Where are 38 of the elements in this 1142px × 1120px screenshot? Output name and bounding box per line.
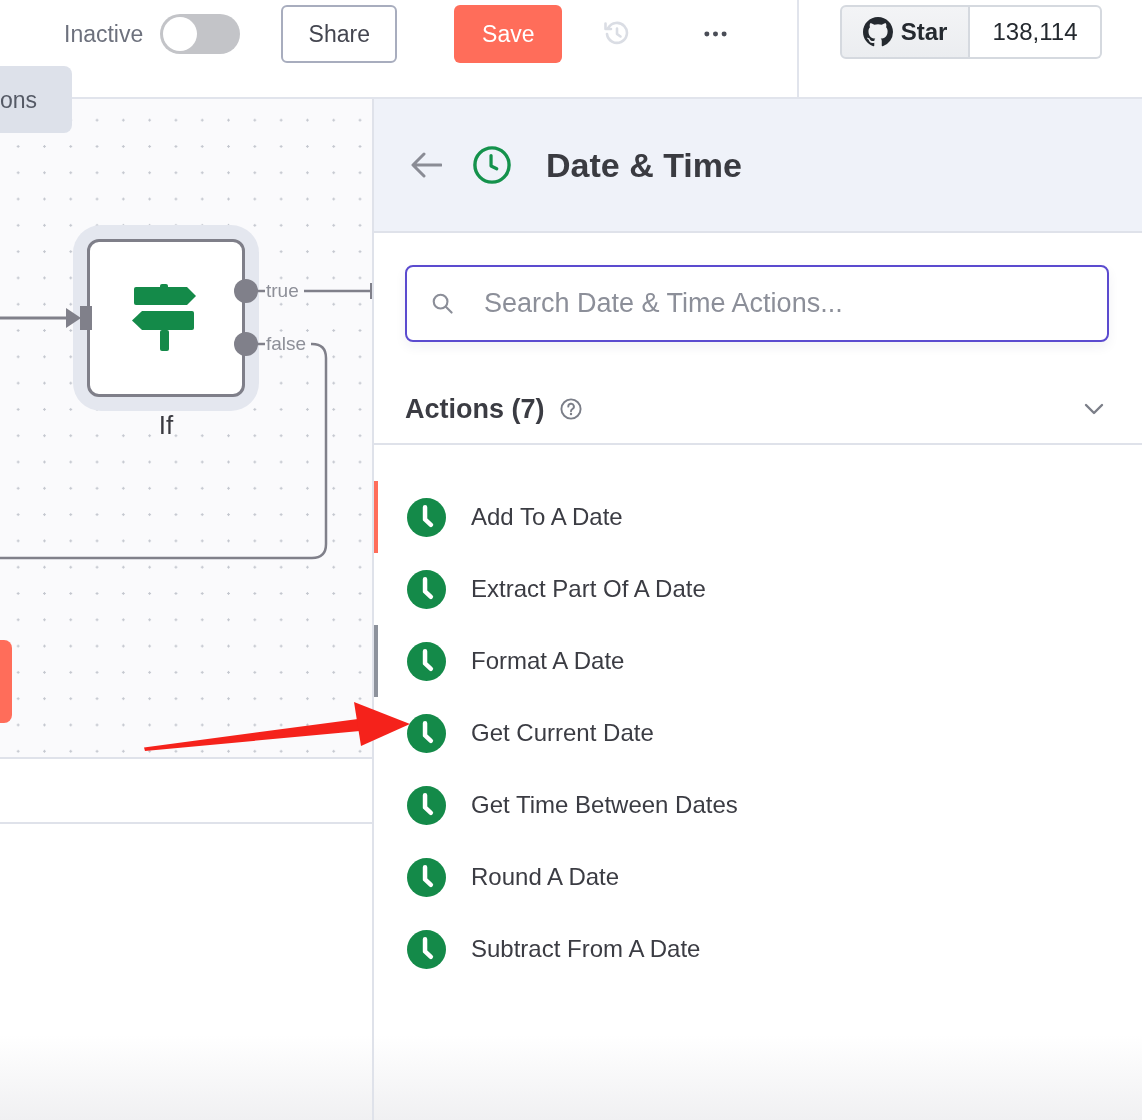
- tab-button[interactable]: ons: [0, 66, 72, 133]
- activation-toggle[interactable]: [160, 14, 241, 54]
- if-node[interactable]: [87, 239, 245, 397]
- clock-icon: [407, 713, 446, 753]
- search-field[interactable]: Search Date & Time Actions...: [405, 265, 1109, 342]
- star-count-link[interactable]: 138,114: [970, 5, 1102, 59]
- action-item[interactable]: Get Time Between Dates: [374, 769, 1142, 841]
- action-item[interactable]: Add To A Date: [374, 481, 1142, 553]
- action-item[interactable]: Extract Part Of A Date: [374, 553, 1142, 625]
- node-label: If: [157, 410, 175, 440]
- clock-icon: [407, 857, 446, 897]
- action-item[interactable]: Round A Date: [374, 841, 1142, 913]
- clock-icon: [473, 146, 511, 184]
- panel-title: Date & Time: [546, 145, 742, 185]
- clock-icon: [407, 641, 446, 681]
- action-item[interactable]: Get Current Date: [374, 697, 1142, 769]
- clock-icon: [407, 569, 446, 609]
- chevron-down-icon[interactable]: [1084, 403, 1104, 415]
- activation-label: Inactive: [64, 20, 144, 48]
- action-item[interactable]: Subtract From A Date: [374, 913, 1142, 985]
- input-handle[interactable]: [80, 306, 92, 330]
- more-icon[interactable]: [704, 31, 728, 37]
- search-icon: [432, 293, 453, 314]
- edge-label: false: [266, 332, 307, 356]
- clock-icon: [407, 929, 446, 969]
- action-item[interactable]: Format A Date: [374, 625, 1142, 697]
- help-icon[interactable]: [559, 398, 582, 420]
- output-handle[interactable]: [234, 279, 258, 303]
- section-title: Actions (7): [405, 393, 545, 425]
- clock-icon: [407, 785, 446, 825]
- output-handle[interactable]: [234, 332, 258, 356]
- signpost-icon: [131, 284, 197, 352]
- back-arrow-icon[interactable]: [410, 151, 442, 179]
- clock-icon: [407, 497, 446, 537]
- github-star-button[interactable]: Star: [840, 5, 970, 59]
- edge-label: true: [266, 279, 299, 303]
- share-button[interactable]: Share: [281, 5, 398, 63]
- github-logo-icon: [862, 17, 893, 47]
